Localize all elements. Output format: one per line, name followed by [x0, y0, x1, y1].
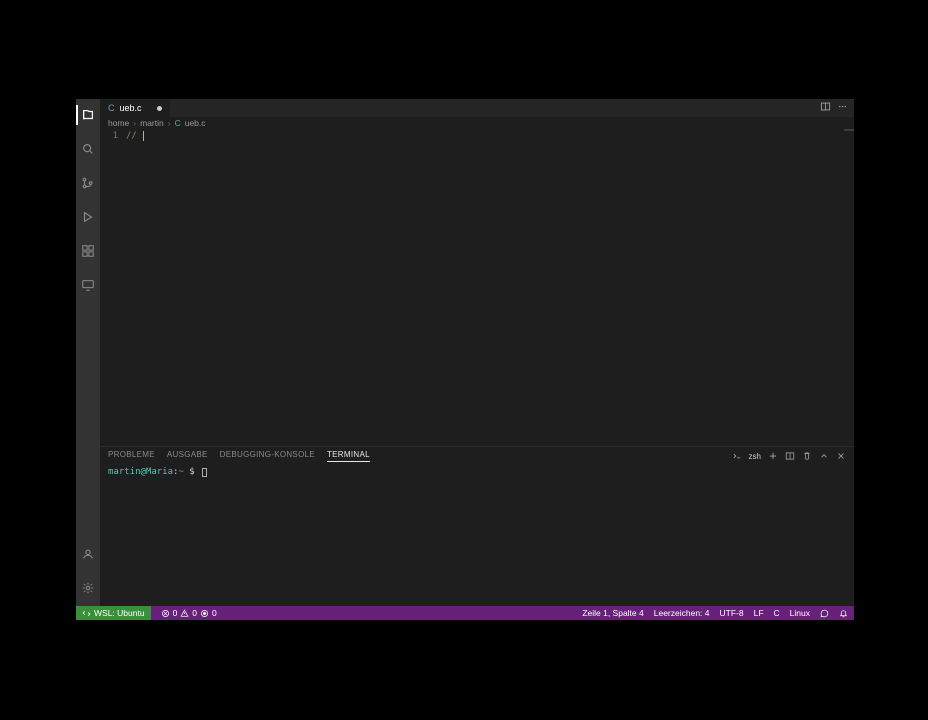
activity-bar-bottom — [76, 544, 100, 606]
new-terminal-icon[interactable] — [768, 451, 778, 461]
more-actions-icon[interactable] — [837, 101, 848, 115]
source-control-icon[interactable] — [76, 173, 100, 193]
status-eol[interactable]: LF — [754, 608, 764, 618]
extensions-icon[interactable] — [76, 241, 100, 261]
split-terminal-icon[interactable] — [785, 451, 795, 461]
line-number: 1 — [100, 130, 118, 143]
panel-tab-bar: PROBLEME AUSGABE DEBUGGING-KONSOLE TERMI… — [100, 447, 854, 465]
status-spaces[interactable]: Leerzeichen: 4 — [654, 608, 710, 618]
status-right: Zeile 1, Spalte 4 Leerzeichen: 4 UTF-8 L… — [582, 608, 848, 618]
panel-tab-ausgabe[interactable]: AUSGABE — [167, 450, 208, 462]
chevron-right-icon: › — [168, 118, 171, 128]
panel-actions: zsh — [732, 451, 846, 461]
status-line-col[interactable]: Zeile 1, Spalte 4 — [582, 608, 643, 618]
remote-explorer-icon[interactable] — [76, 275, 100, 295]
editor-actions — [820, 99, 854, 117]
tabs-left: C ueb.c — [100, 99, 170, 117]
breadcrumbs[interactable]: home › martin › C ueb.c — [100, 117, 854, 129]
code-content[interactable]: // — [126, 129, 854, 446]
tab-bar: C ueb.c — [100, 99, 854, 117]
remote-indicator[interactable]: WSL: Ubuntu — [76, 606, 151, 620]
panel-tab-probleme[interactable]: PROBLEME — [108, 450, 155, 462]
remote-label: WSL: Ubuntu — [94, 608, 145, 618]
terminal-cursor — [202, 468, 207, 477]
status-encoding[interactable]: UTF-8 — [720, 608, 744, 618]
status-bar: WSL: Ubuntu 0 0 0 Zeile 1, Spalte 4 Leer… — [76, 606, 854, 620]
editor-tab[interactable]: C ueb.c — [100, 99, 170, 117]
terminal-host: Maria — [146, 467, 173, 477]
chevron-right-icon: › — [133, 118, 136, 128]
search-icon[interactable] — [76, 139, 100, 159]
terminal-profile-icon[interactable] — [732, 451, 742, 461]
panel-tab-debug[interactable]: DEBUGGING-KONSOLE — [220, 450, 315, 462]
kill-terminal-icon[interactable] — [802, 451, 812, 461]
breadcrumb-segment[interactable]: home — [108, 118, 129, 128]
breadcrumb-lang-badge: C — [175, 118, 181, 128]
code-line: // — [126, 131, 142, 141]
tab-dirty-indicator — [157, 106, 162, 111]
run-debug-icon[interactable] — [76, 207, 100, 227]
terminal-body[interactable]: martin@Maria:~ $ — [100, 465, 854, 606]
status-left: WSL: Ubuntu 0 0 0 — [82, 606, 217, 620]
vscode-window: C ueb.c home › martin › C ueb.c — [76, 99, 854, 620]
editor-group: C ueb.c home › martin › C ueb.c — [100, 99, 854, 606]
activity-bar — [76, 99, 100, 606]
activity-bar-top — [76, 105, 100, 295]
tab-lang-badge: C — [108, 103, 115, 113]
feedback-icon[interactable] — [820, 609, 829, 618]
panel-tabs-left: PROBLEME AUSGABE DEBUGGING-KONSOLE TERMI… — [108, 450, 370, 462]
tab-filename: ueb.c — [120, 103, 142, 113]
gear-icon[interactable] — [76, 578, 100, 598]
text-cursor — [143, 131, 144, 141]
split-editor-icon[interactable] — [820, 101, 831, 115]
status-language[interactable]: C — [774, 608, 780, 618]
notifications-icon[interactable] — [839, 609, 848, 618]
explorer-icon[interactable] — [76, 105, 100, 125]
ports-count: 0 — [212, 608, 217, 618]
panel-tab-terminal[interactable]: TERMINAL — [327, 450, 370, 462]
line-number-gutter: 1 — [100, 129, 126, 446]
status-os[interactable]: Linux — [790, 608, 810, 618]
code-editor[interactable]: 1 // — [100, 129, 854, 446]
breadcrumb-file[interactable]: ueb.c — [185, 118, 206, 128]
account-icon[interactable] — [76, 544, 100, 564]
breadcrumb-segment[interactable]: martin — [140, 118, 164, 128]
bottom-panel: PROBLEME AUSGABE DEBUGGING-KONSOLE TERMI… — [100, 446, 854, 606]
terminal-shell-name[interactable]: zsh — [749, 452, 761, 461]
terminal-prompt: $ — [184, 467, 200, 477]
close-panel-icon[interactable] — [836, 451, 846, 461]
error-count: 0 — [173, 608, 178, 618]
minimap-indicator — [844, 129, 854, 131]
terminal-user: martin — [108, 467, 141, 477]
status-problems[interactable]: 0 0 0 — [161, 608, 217, 618]
maximize-panel-icon[interactable] — [819, 451, 829, 461]
warning-count: 0 — [192, 608, 197, 618]
